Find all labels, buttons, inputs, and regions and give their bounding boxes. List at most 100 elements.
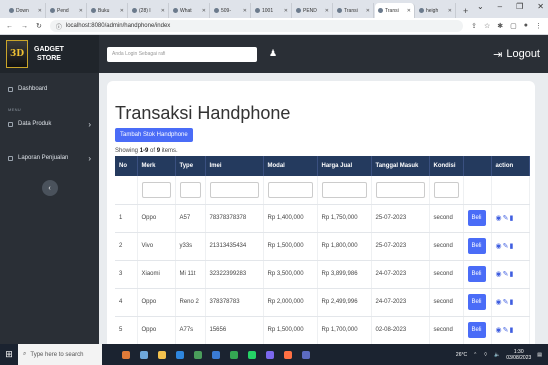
delete-icon[interactable]: ▮ [509, 271, 514, 278]
browser-tab[interactable]: PEND ✕ [293, 3, 333, 18]
clock[interactable]: 1:30 03/08/2023 [506, 349, 531, 361]
buy-button[interactable]: Beli [467, 266, 486, 282]
user-icon[interactable]: ♟ [269, 48, 279, 60]
filter-input[interactable] [141, 181, 171, 198]
column-header[interactable]: Type [175, 156, 206, 176]
logout-button[interactable]: ⇥ Logout [493, 48, 540, 61]
table-cell: second [429, 316, 464, 344]
weather-text[interactable]: 26°C [456, 352, 467, 358]
back-icon[interactable]: ← [6, 23, 13, 30]
taskbar-search[interactable]: ⌕ Type here to search [18, 344, 102, 365]
buy-button[interactable]: Beli [467, 238, 486, 254]
view-icon[interactable]: ◉ [496, 271, 503, 278]
filter-input[interactable] [179, 181, 201, 198]
sidebar-item-dashboard[interactable]: Dashboard [0, 79, 99, 99]
sidebar-collapse-button[interactable]: ‹ [41, 180, 58, 196]
browser-tab[interactable]: Pend ✕ [47, 3, 87, 18]
tab-close-icon[interactable]: ✕ [407, 8, 411, 14]
sidebar-item-laporan-penjualan[interactable]: Laporan Penjualan › [0, 148, 99, 168]
profile-avatar-icon[interactable]: ● [524, 22, 528, 30]
browser-tab[interactable]: Transi ✕ [334, 3, 374, 18]
tab-close-icon[interactable]: ✕ [38, 8, 42, 14]
tab-close-icon[interactable]: ✕ [448, 8, 452, 14]
kebab-menu-icon[interactable]: ⋮ [535, 22, 542, 30]
filter-input[interactable] [321, 181, 367, 198]
task-view-icon[interactable] [140, 350, 148, 359]
wifi-icon[interactable]: ⌔ [483, 352, 488, 358]
brand[interactable]: 3D GADGET STORE [0, 35, 99, 73]
tab-close-icon[interactable]: ✕ [325, 8, 329, 14]
delete-icon[interactable]: ▮ [509, 215, 514, 222]
app-icon[interactable] [266, 350, 274, 359]
add-stock-button[interactable]: Tambah Stok Handphone [115, 128, 193, 142]
browser-tab[interactable]: heigh ✕ [416, 3, 456, 18]
browser-tab[interactable]: Buku ✕ [88, 3, 128, 18]
buy-button[interactable]: Beli [467, 294, 486, 310]
column-header[interactable]: Modal [263, 156, 318, 176]
column-header[interactable]: Imei [205, 156, 264, 176]
vscode-icon[interactable] [212, 350, 220, 359]
tab-close-icon[interactable]: ✕ [243, 8, 247, 14]
column-header[interactable]: Harga Jual [317, 156, 372, 176]
chrome-icon[interactable] [230, 350, 238, 359]
taskbar-app-icon[interactable] [122, 350, 130, 359]
edge-icon[interactable] [176, 350, 184, 359]
reload-icon[interactable]: ↻ [36, 22, 42, 30]
column-header[interactable]: Kondisi [429, 156, 464, 176]
app-icon[interactable] [284, 350, 292, 359]
view-icon[interactable]: ◉ [496, 243, 503, 250]
browser-tab[interactable]: 509- ✕ [211, 3, 251, 18]
tab-close-icon[interactable]: ✕ [79, 8, 83, 14]
notification-icon[interactable]: ▤ [537, 352, 542, 358]
new-tab-button[interactable]: + [457, 3, 474, 18]
maximize-icon[interactable]: ❐ [516, 2, 523, 11]
file-explorer-icon[interactable] [158, 350, 166, 359]
browser-tab[interactable]: (28) I ✕ [129, 3, 169, 18]
tab-close-icon[interactable]: ✕ [366, 8, 370, 14]
column-header[interactable]: Merk [137, 156, 176, 176]
chevron-down-icon[interactable]: ⌄ [477, 2, 484, 11]
close-icon[interactable]: ✕ [537, 2, 544, 11]
filter-input[interactable] [209, 181, 259, 198]
delete-icon[interactable]: ▮ [509, 243, 514, 250]
view-icon[interactable]: ◉ [496, 215, 503, 222]
table-cell: Xiaomi [137, 260, 176, 289]
bookmark-star-icon[interactable]: ☆ [484, 22, 490, 30]
column-header[interactable]: No [115, 156, 138, 176]
tray-chevron-up-icon[interactable]: ⌃ [473, 352, 477, 358]
tab-close-icon[interactable]: ✕ [202, 8, 206, 14]
forward-icon[interactable]: → [21, 23, 28, 30]
login-info-field[interactable]: Anda Login Sebagai rafi [107, 46, 257, 62]
filter-input[interactable] [433, 181, 459, 198]
view-icon[interactable]: ◉ [496, 327, 503, 334]
column-header[interactable]: Tanggal Masuk [371, 156, 430, 176]
browser-tab[interactable]: Down ✕ [6, 3, 46, 18]
view-icon[interactable]: ◉ [496, 299, 503, 306]
column-header[interactable]: action [491, 156, 530, 176]
filter-input[interactable] [267, 181, 313, 198]
delete-icon[interactable]: ▮ [509, 299, 514, 306]
delete-icon[interactable]: ▮ [509, 327, 514, 334]
url-field[interactable]: ⓘ localhost:8080/admin/handphone/index [49, 20, 464, 32]
table-cell: Beli [463, 316, 492, 344]
sidebar-item-data-produk[interactable]: Data Produk › [0, 114, 99, 134]
windows-start-icon[interactable]: ⊞ [0, 344, 18, 365]
extensions-icon[interactable]: ✱ [497, 22, 503, 30]
browser-tab[interactable]: What ✕ [170, 3, 210, 18]
buy-button[interactable]: Beli [467, 210, 486, 226]
share-icon[interactable]: ⇪ [471, 22, 477, 30]
browser-tab[interactable]: Transi ✕ [375, 3, 415, 18]
sidebar-toggle-icon[interactable]: ▢ [510, 22, 517, 30]
store-icon[interactable] [194, 350, 202, 359]
filter-input[interactable] [375, 181, 425, 198]
tab-close-icon[interactable]: ✕ [161, 8, 165, 14]
tab-close-icon[interactable]: ✕ [284, 8, 288, 14]
minimize-icon[interactable]: – [498, 2, 502, 11]
volume-icon[interactable]: 🔈 [494, 352, 500, 358]
tab-close-icon[interactable]: ✕ [120, 8, 124, 14]
whatsapp-icon[interactable] [248, 350, 256, 359]
column-header[interactable] [463, 156, 492, 176]
browser-tab[interactable]: 1001 ✕ [252, 3, 292, 18]
buy-button[interactable]: Beli [467, 322, 486, 338]
app-icon[interactable] [302, 350, 310, 359]
